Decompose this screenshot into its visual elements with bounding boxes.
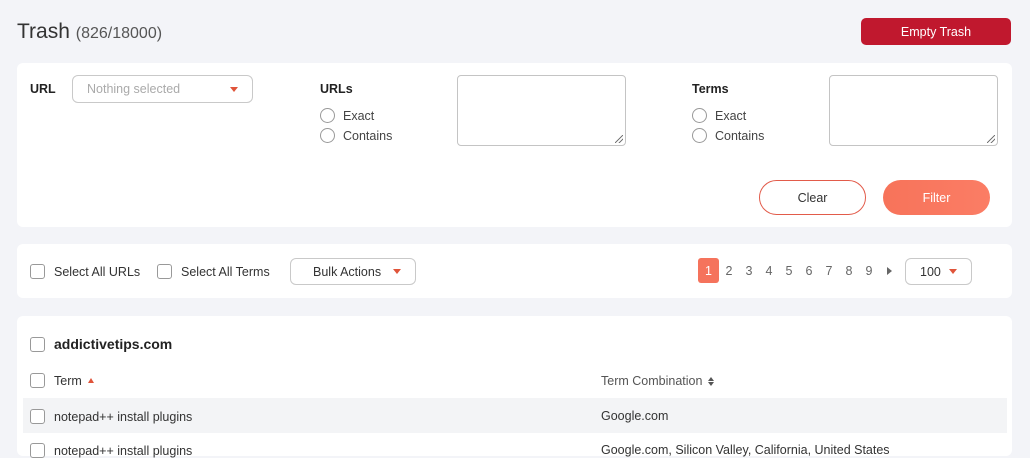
domain-name: addictivetips.com — [54, 336, 173, 352]
urls-radio-exact[interactable]: Exact — [320, 108, 374, 123]
table-row[interactable]: notepad++ install plugins — [30, 443, 192, 458]
select-all-terms[interactable]: Select All Terms — [157, 264, 270, 279]
urls-radio-contains-label: Contains — [343, 128, 393, 143]
page-title: Trash (826/18000) — [17, 20, 162, 44]
radio-circle[interactable] — [320, 108, 335, 123]
column-header-term-label[interactable]: Term — [54, 374, 94, 388]
select-all-urls-label: Select All URLs — [54, 264, 141, 279]
column-header-term[interactable]: Term — [30, 373, 94, 388]
select-all-terms-label: Select All Terms — [181, 264, 270, 279]
row-combination: Google.com, Silicon Valley, California, … — [601, 443, 890, 457]
term-combination-header-text: Term Combination — [601, 374, 703, 388]
filter-button[interactable]: Filter — [883, 180, 990, 215]
page-2[interactable]: 2 — [719, 264, 739, 278]
checkbox[interactable] — [30, 443, 45, 458]
terms-label: Terms — [692, 82, 729, 96]
checkbox[interactable] — [30, 409, 45, 424]
resize-grip-icon[interactable] — [987, 135, 995, 143]
per-page-select[interactable]: 100 — [905, 258, 972, 285]
radio-circle[interactable] — [692, 108, 707, 123]
checkbox[interactable] — [157, 264, 172, 279]
term-header-text: Term — [54, 373, 82, 388]
urls-label: URLs — [320, 82, 353, 96]
bulk-actions-select[interactable]: Bulk Actions — [290, 258, 416, 285]
url-label: URL — [30, 82, 56, 96]
row-combination: Google.com — [601, 409, 669, 423]
page-7[interactable]: 7 — [819, 264, 839, 278]
chevron-down-icon — [393, 269, 401, 274]
sort-asc-icon — [87, 378, 94, 383]
chevron-down-icon — [949, 269, 957, 274]
page-9[interactable]: 9 — [859, 264, 879, 278]
terms-radio-contains-label: Contains — [715, 128, 765, 143]
page-4[interactable]: 4 — [759, 264, 779, 278]
bulk-actions-label: Bulk Actions — [313, 264, 382, 279]
page-8[interactable]: 8 — [839, 264, 859, 278]
pagination: 1 2 3 4 5 6 7 8 9 — [698, 258, 899, 283]
empty-trash-button[interactable]: Empty Trash — [861, 18, 1011, 45]
trash-count: (826/18000) — [75, 25, 163, 42]
terms-radio-exact-label: Exact — [715, 108, 747, 123]
radio-circle[interactable] — [320, 128, 335, 143]
checkbox[interactable] — [30, 264, 45, 279]
page-6[interactable]: 6 — [799, 264, 819, 278]
page-1[interactable]: 1 — [698, 258, 719, 283]
page-title-text: Trash — [17, 20, 70, 43]
next-page-button[interactable] — [879, 266, 899, 275]
checkbox[interactable] — [30, 336, 45, 352]
url-select-placeholder: Nothing selected — [87, 82, 181, 96]
page-3[interactable]: 3 — [739, 264, 759, 278]
terms-radio-exact[interactable]: Exact — [692, 108, 746, 123]
checkbox[interactable] — [30, 373, 45, 388]
clear-button[interactable]: Clear — [759, 180, 866, 215]
row-term: notepad++ install plugins — [54, 409, 193, 424]
radio-circle[interactable] — [692, 128, 707, 143]
url-select[interactable]: Nothing selected — [72, 75, 253, 103]
resize-grip-icon[interactable] — [615, 135, 623, 143]
per-page-value: 100 — [920, 264, 941, 279]
chevron-right-icon — [886, 266, 892, 275]
urls-textarea[interactable] — [457, 75, 626, 146]
sort-icon — [708, 376, 715, 386]
urls-radio-contains[interactable]: Contains — [320, 128, 392, 143]
terms-textarea[interactable] — [829, 75, 998, 146]
column-header-term-combination[interactable]: Term Combination — [601, 374, 715, 388]
row-term: notepad++ install plugins — [54, 443, 193, 458]
urls-radio-exact-label: Exact — [343, 108, 375, 123]
chevron-down-icon — [230, 86, 238, 92]
page-5[interactable]: 5 — [779, 264, 799, 278]
domain-group-header[interactable]: addictivetips.com — [30, 336, 172, 352]
table-row[interactable]: notepad++ install plugins — [30, 409, 192, 424]
select-all-urls[interactable]: Select All URLs — [30, 264, 140, 279]
terms-radio-contains[interactable]: Contains — [692, 128, 764, 143]
